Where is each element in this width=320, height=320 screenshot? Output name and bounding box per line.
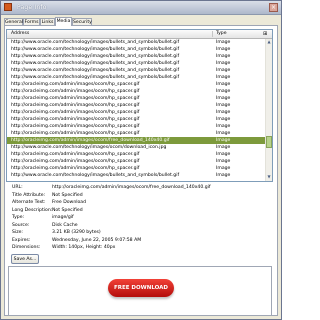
row-type: Image [216,47,231,52]
row-address: http://oracleimg.com/admin/images/ocom/h… [11,159,140,164]
table-row[interactable]: http://www.oracle.com/technology/images/… [7,46,265,53]
row-address: http://www.oracle.com/technology/images/… [11,173,180,178]
row-address: http://oracleimg.com/admin/images/ocom/h… [11,166,140,171]
free-download-image-text: FREE DOWNLOAD [114,285,168,291]
row-type: Image [216,166,231,171]
table-row[interactable]: http://oracleimg.com/admin/images/ocom/h… [7,88,265,95]
row-address: http://oracleimg.com/admin/images/ocom/h… [11,117,140,122]
table-row[interactable]: http://oracleimg.com/admin/images/ocom/h… [7,116,265,123]
media-list[interactable]: Address Type ⊞ http://www.oracle.com/tec… [6,29,273,182]
detail-value: Width: 140px, Height: 40px [52,245,116,250]
media-preview: FREE DOWNLOAD [8,266,272,316]
column-picker-icon[interactable]: ⊞ [263,31,267,37]
detail-label: Dimensions: [12,245,41,250]
row-address: http://oracleimg.com/admin/images/ocom/h… [11,89,140,94]
table-row[interactable]: http://oracleimg.com/admin/images/ocom/h… [7,151,265,158]
row-type: Image [216,103,231,108]
table-row[interactable]: http://oracleimg.com/admin/images/ocom/h… [7,123,265,130]
title-bar[interactable]: Page Info × [1,1,281,15]
scroll-up-icon[interactable]: ▲ [266,39,272,45]
row-type: Image [216,173,231,178]
row-address: http://oracleimg.com/admin/images/ocom/h… [11,152,140,157]
table-row[interactable]: http://www.oracle.com/technology/images/… [7,172,265,179]
row-address: http://www.oracle.com/technology/images/… [11,75,180,80]
row-address: http://www.oracle.com/technology/images/… [11,145,167,150]
table-row[interactable]: http://oracleimg.com/admin/images/ocom/h… [7,158,265,165]
table-row[interactable]: http://oracleimg.com/admin/images/ocom/h… [7,109,265,116]
column-type[interactable]: Type [216,30,227,38]
row-address: http://www.oracle.com/technology/images/… [11,61,180,66]
row-type: Image [216,54,231,59]
table-row[interactable]: http://oracleimg.com/admin/images/ocom/f… [7,137,265,144]
row-type: Image [216,75,231,80]
table-row[interactable]: http://oracleimg.com/admin/images/ocom/h… [7,130,265,137]
column-separator[interactable] [212,31,213,37]
table-row[interactable]: http://www.oracle.com/technology/images/… [7,39,265,46]
table-row[interactable]: http://www.oracle.com/technology/images/… [7,144,265,151]
row-address: http://oracleimg.com/admin/images/ocom/h… [11,110,140,115]
vertical-scrollbar[interactable]: ▲ ▼ [265,39,272,181]
row-address: http://oracleimg.com/admin/images/ocom/h… [11,131,140,136]
row-type: Image [216,89,231,94]
tab-media[interactable]: Media [55,17,72,26]
row-type: Image [216,159,231,164]
page-info-window: Page Info × General Forms Links Media Se… [0,0,282,320]
table-row[interactable]: http://oracleimg.com/admin/images/ocom/h… [7,102,265,109]
close-icon: × [270,4,277,11]
row-type: Image [216,117,231,122]
row-address: http://www.oracle.com/technology/images/… [11,54,180,59]
table-row[interactable]: http://www.oracle.com/technology/images/… [7,67,265,74]
row-type: Image [216,124,231,129]
table-row[interactable]: http://oracleimg.com/admin/images/ocom/h… [7,81,265,88]
row-type: Image [216,131,231,136]
row-address: http://oracleimg.com/admin/images/ocom/h… [11,96,140,101]
table-row[interactable]: http://oracleimg.com/admin/images/ocom/h… [7,95,265,102]
row-address: http://oracleimg.com/admin/images/ocom/h… [11,124,140,129]
row-type: Image [216,110,231,115]
page-icon [4,3,12,11]
row-address: http://www.oracle.com/technology/images/… [11,47,180,52]
table-row[interactable]: http://oracleimg.com/admin/images/ocom/h… [7,165,265,172]
row-address: http://www.oracle.com/technology/images/… [11,40,180,45]
row-type: Image [216,68,231,73]
row-type: Image [216,145,231,150]
list-header: Address Type ⊞ [7,30,272,39]
row-address: http://oracleimg.com/admin/images/ocom/f… [11,138,170,143]
row-address: http://www.oracle.com/technology/images/… [11,68,180,73]
row-type: Image [216,61,231,66]
window-title: Page Info [17,4,47,11]
row-address: http://oracleimg.com/admin/images/ocom/h… [11,82,140,87]
scroll-down-icon[interactable]: ▼ [266,174,272,180]
row-type: Image [216,138,231,143]
row-type: Image [216,82,231,87]
column-address[interactable]: Address [11,30,29,38]
table-row[interactable]: http://www.oracle.com/technology/images/… [7,53,265,60]
row-type: Image [216,96,231,101]
row-type: Image [216,152,231,157]
free-download-image: FREE DOWNLOAD [108,279,174,297]
scrollbar-thumb[interactable] [266,136,272,148]
close-button[interactable]: × [269,3,278,12]
row-type: Image [216,40,231,45]
table-row[interactable]: http://www.oracle.com/technology/images/… [7,74,265,81]
save-as-button[interactable]: Save As... [11,254,39,264]
row-address: http://oracleimg.com/admin/images/ocom/h… [11,103,140,108]
table-row[interactable]: http://www.oracle.com/technology/images/… [7,60,265,67]
